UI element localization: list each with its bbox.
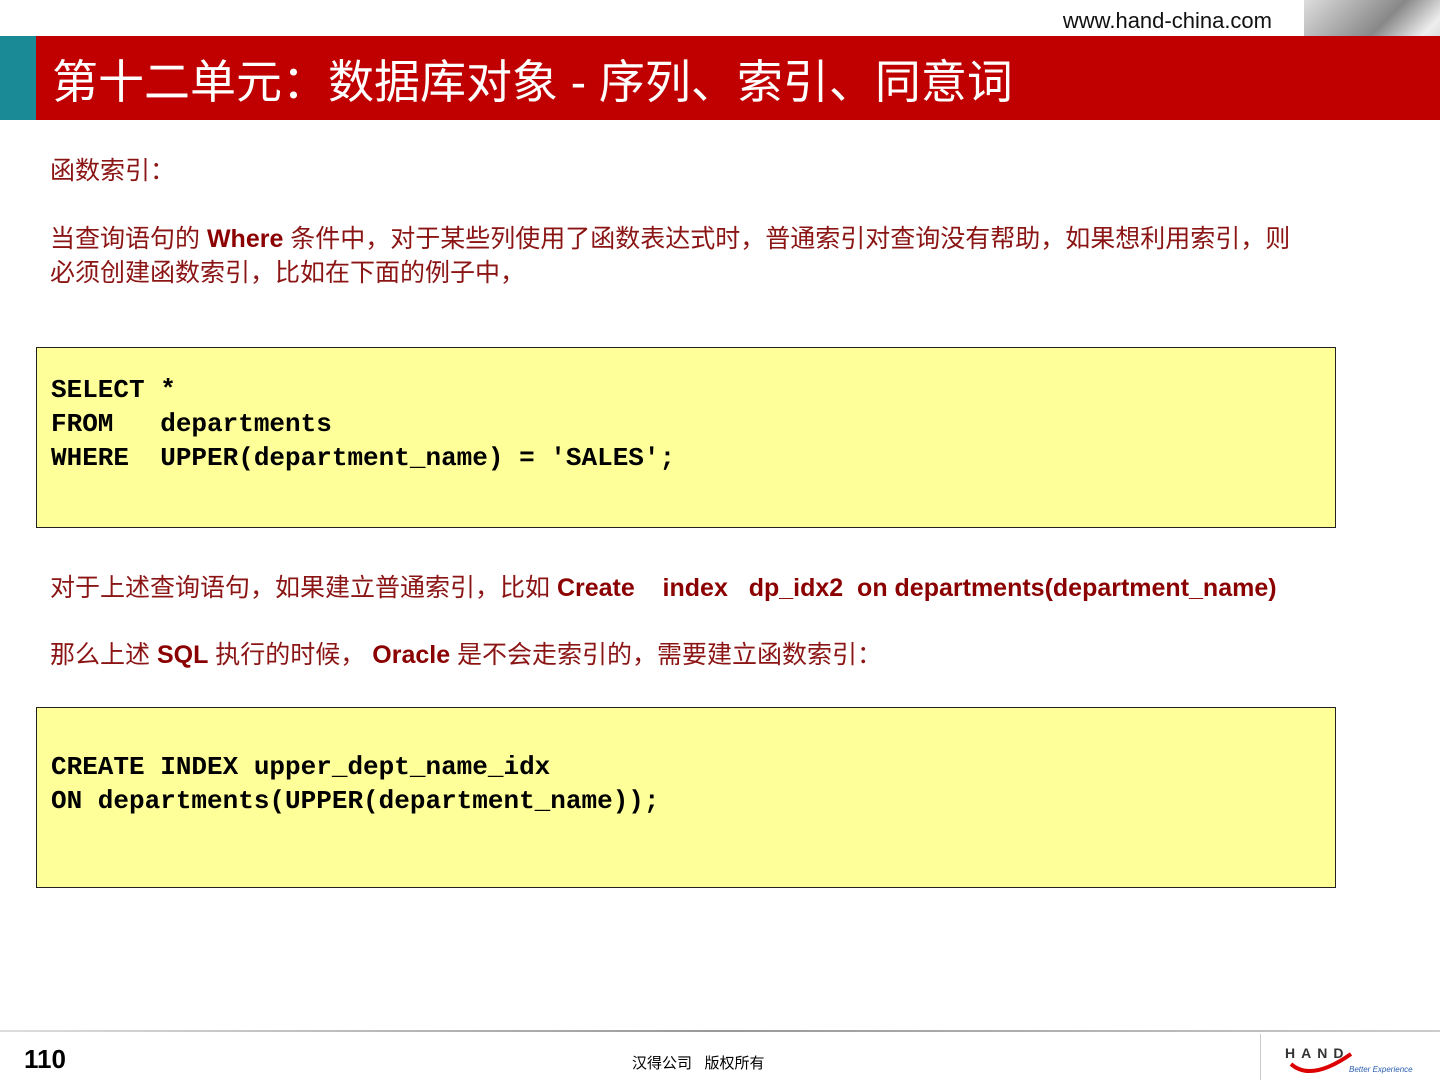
text: 那么上述 <box>50 641 157 669</box>
paragraph-2: 对于上述查询语句，如果建立普通索引，比如 Create index dp_idx… <box>50 571 1277 605</box>
text: 必须创建函数索引，比如在下面的例子中， <box>50 259 526 287</box>
website-url: www.hand-china.com <box>1062 8 1272 33</box>
text: 是不会走索引的，需要建立函数索引： <box>450 641 883 669</box>
svg-text:HAND: HAND <box>1285 1045 1349 1061</box>
paragraph-3: 那么上述 SQL 执行的时候， Oracle 是不会走索引的，需要建立函数索引： <box>50 638 882 672</box>
code-block-create-index: CREATE INDEX upper_dept_name_idx ON depa… <box>36 707 1336 888</box>
page-number: 110 <box>24 1044 66 1074</box>
keyword: Create index dp_idx2 on departments(depa… <box>556 574 1277 602</box>
text: 当查询语句的 <box>50 225 207 253</box>
keyword: Where <box>206 225 284 253</box>
keyword: SQL <box>156 641 209 669</box>
accent-bar <box>0 36 36 120</box>
keyword: Oracle <box>372 641 451 669</box>
svg-text:Better Experience: Better Experience <box>1349 1065 1413 1074</box>
slide-title: 第十二单元：数据库对象 - 序列、索引、同意词 <box>52 56 1013 108</box>
text: 条件中，对于某些列使用了函数表达式时，普通索引对查询没有帮助，如果想利用索引，则 <box>283 225 1291 253</box>
paragraph-1: 当查询语句的 Where 条件中，对于某些列使用了函数表达式时，普通索引对查询没… <box>50 222 1290 290</box>
text: 执行的时候， <box>208 641 373 669</box>
text: 对于上述查询语句，如果建立普通索引，比如 <box>50 574 557 602</box>
copyright: 汉得公司 版权所有 <box>632 1055 765 1072</box>
logo-swoosh-icon: HANDBetter Experience <box>1285 1045 1413 1074</box>
footer-divider <box>0 1030 1440 1032</box>
hand-logo: HAND Better Experience <box>1260 1034 1440 1080</box>
section-heading: 函数索引： <box>50 157 176 185</box>
code-block-select: SELECT * FROM departments WHERE UPPER(de… <box>36 347 1336 528</box>
